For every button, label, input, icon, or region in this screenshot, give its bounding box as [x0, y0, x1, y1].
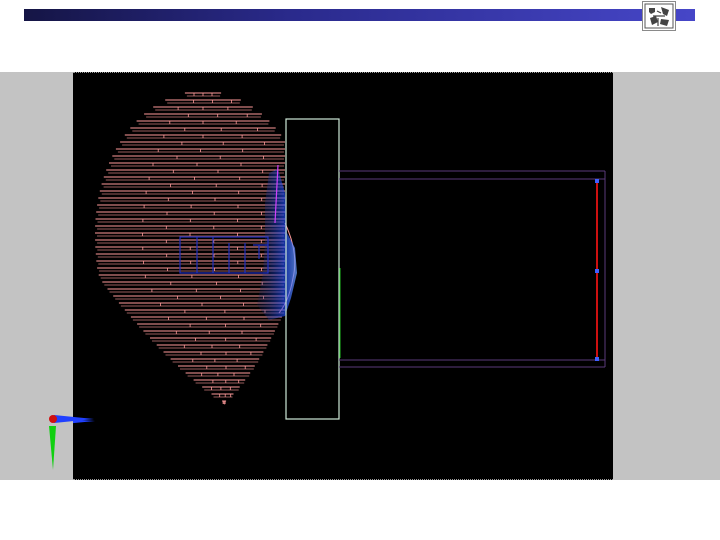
- x-axis-cone: [54, 415, 94, 423]
- axis-gizmo-overlay[interactable]: [44, 408, 100, 472]
- scene-canvas[interactable]: [73, 73, 613, 479]
- university-seal-icon: [642, 1, 676, 31]
- university-seal-icon: [644, 3, 674, 29]
- slide-title-bar: [24, 9, 695, 21]
- probe-coil-wireframe-icon: [339, 170, 606, 368]
- 3d-viewport[interactable]: [73, 72, 613, 480]
- y-axis-cone: [49, 426, 56, 470]
- axis-origin-dot: [49, 415, 57, 423]
